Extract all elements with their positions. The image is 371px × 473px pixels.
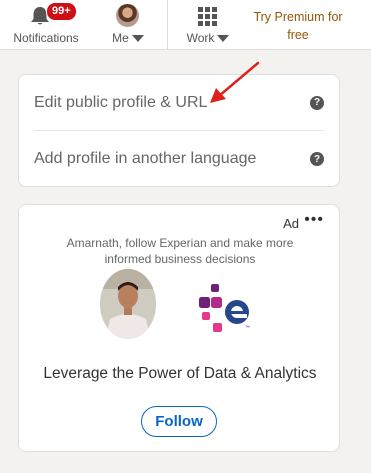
top-nav: Notifications 99+ Me Work Try Premium fo… — [0, 0, 371, 50]
ad-label: Ad — [283, 216, 299, 231]
nav-notifications-label: Notifications — [13, 31, 79, 45]
avatar[interactable] — [116, 4, 139, 27]
ad-headline: Leverage the Power of Data & Analytics — [43, 365, 317, 382]
chevron-down-icon — [217, 35, 230, 43]
ad-message: Amarnath, follow Experian and make more … — [66, 236, 294, 266]
nav-me-label: Me — [112, 31, 129, 45]
premium-line-2: free — [287, 28, 309, 42]
annotation-arrow — [210, 61, 260, 103]
notifications-badge: 99+ — [46, 2, 77, 21]
more-options-icon[interactable]: ••• — [304, 211, 324, 229]
svg-text:™: ™ — [245, 325, 250, 331]
edit-public-profile-row[interactable]: Edit public profile & URL ? — [34, 75, 324, 131]
add-language-profile-row[interactable]: Add profile in another language ? — [34, 131, 324, 187]
member-avatar — [100, 269, 156, 339]
chevron-down-icon — [131, 35, 144, 43]
ad-card: Ad ••• Amarnath, follow Experian and mak… — [18, 204, 340, 452]
follow-button[interactable]: Follow — [141, 406, 217, 437]
help-icon[interactable]: ? — [310, 152, 324, 166]
nav-work-label: Work — [186, 31, 215, 45]
nav-divider — [167, 0, 168, 50]
apps-grid-icon[interactable] — [198, 7, 217, 26]
help-icon[interactable]: ? — [310, 95, 324, 110]
try-premium-link[interactable]: Try Premium for free — [248, 8, 348, 44]
experian-logo-icon: ™ — [199, 284, 250, 332]
add-language-profile-link[interactable]: Add profile in another language — [34, 150, 256, 168]
profile-settings-card: Edit public profile & URL ? Add profile … — [18, 74, 340, 187]
premium-line-1: Try Premium for — [253, 10, 343, 24]
edit-public-profile-link[interactable]: Edit public profile & URL — [34, 94, 207, 112]
person-photo-icon — [100, 269, 156, 339]
